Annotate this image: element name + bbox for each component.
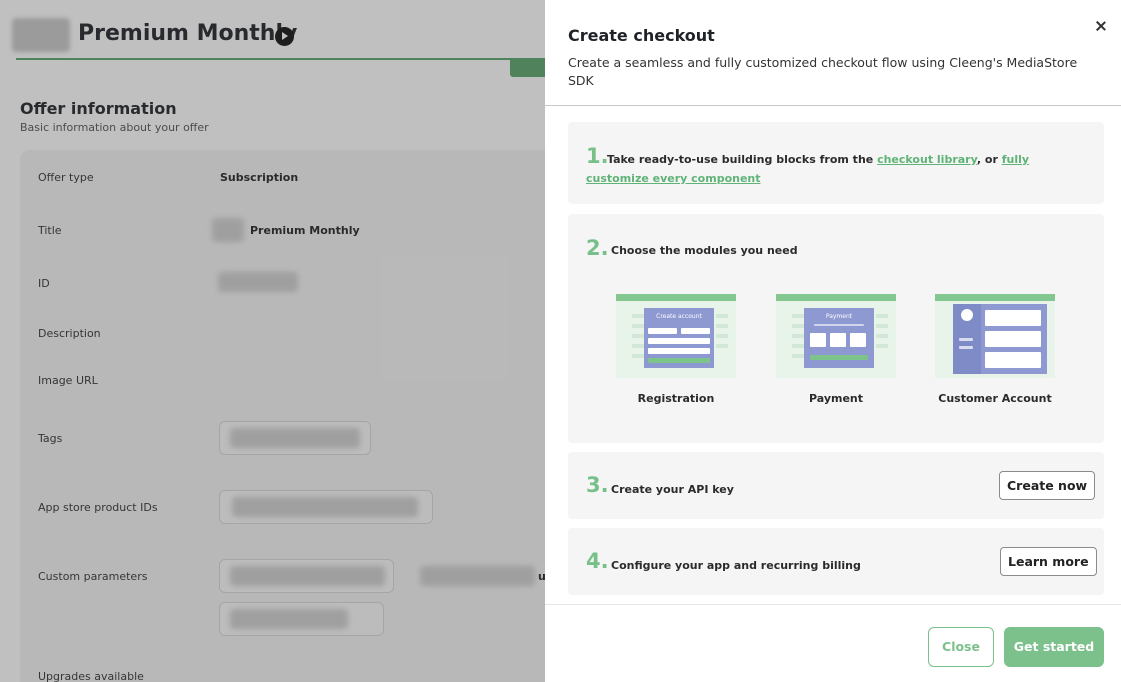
step-1-text: Take ready-to-use building blocks from t… [586, 150, 1086, 188]
close-icon[interactable] [1093, 19, 1109, 35]
step-4-text: Configure your app and recurring billing [611, 559, 861, 572]
module-label: Customer Account [938, 392, 1052, 405]
module-payment[interactable]: Payment Payment [776, 294, 896, 405]
get-started-button[interactable]: Get started [1004, 627, 1104, 667]
learn-more-button[interactable]: Learn more [1000, 547, 1097, 576]
drawer-subtitle: Create a seamless and fully customized c… [568, 55, 1078, 88]
step-number: 3. [586, 473, 609, 497]
module-customer-account[interactable]: Customer Account [935, 294, 1055, 405]
step-1-text-before: Take ready-to-use building blocks from t… [607, 153, 878, 166]
step-3-card: 3. Create your API key Create now [568, 452, 1104, 519]
module-registration[interactable]: Create account Registration [616, 294, 736, 405]
close-button[interactable]: Close [928, 627, 994, 667]
drawer-title: Create checkout [568, 26, 715, 45]
step-number: 2. [586, 236, 609, 260]
module-label: Payment [808, 392, 864, 405]
step-2-card: 2. Choose the modules you need Create ac… [568, 214, 1104, 443]
module-panel-title: Create account [656, 313, 702, 320]
module-panel-title: Payment [825, 313, 853, 320]
customer-account-illustration [935, 294, 1055, 378]
step-3-text: Create your API key [611, 483, 734, 496]
footer-divider [545, 604, 1121, 605]
create-now-button[interactable]: Create now [999, 471, 1096, 500]
module-label: Registration [637, 392, 715, 405]
registration-illustration: Create account [616, 294, 736, 378]
create-checkout-drawer: Create checkout Create a seamless and fu… [545, 0, 1121, 682]
step-1-text-mid: , or [976, 153, 1002, 166]
step-2-text: Choose the modules you need [611, 244, 798, 257]
checkout-library-link[interactable]: checkout library [877, 153, 977, 166]
step-number: 4. [586, 549, 609, 573]
payment-illustration: Payment [776, 294, 896, 378]
step-4-card: 4. Configure your app and recurring bill… [568, 528, 1104, 595]
drawer-header: Create checkout Create a seamless and fu… [545, 0, 1121, 106]
step-1-card: 1. Take ready-to-use building blocks fro… [568, 122, 1104, 204]
